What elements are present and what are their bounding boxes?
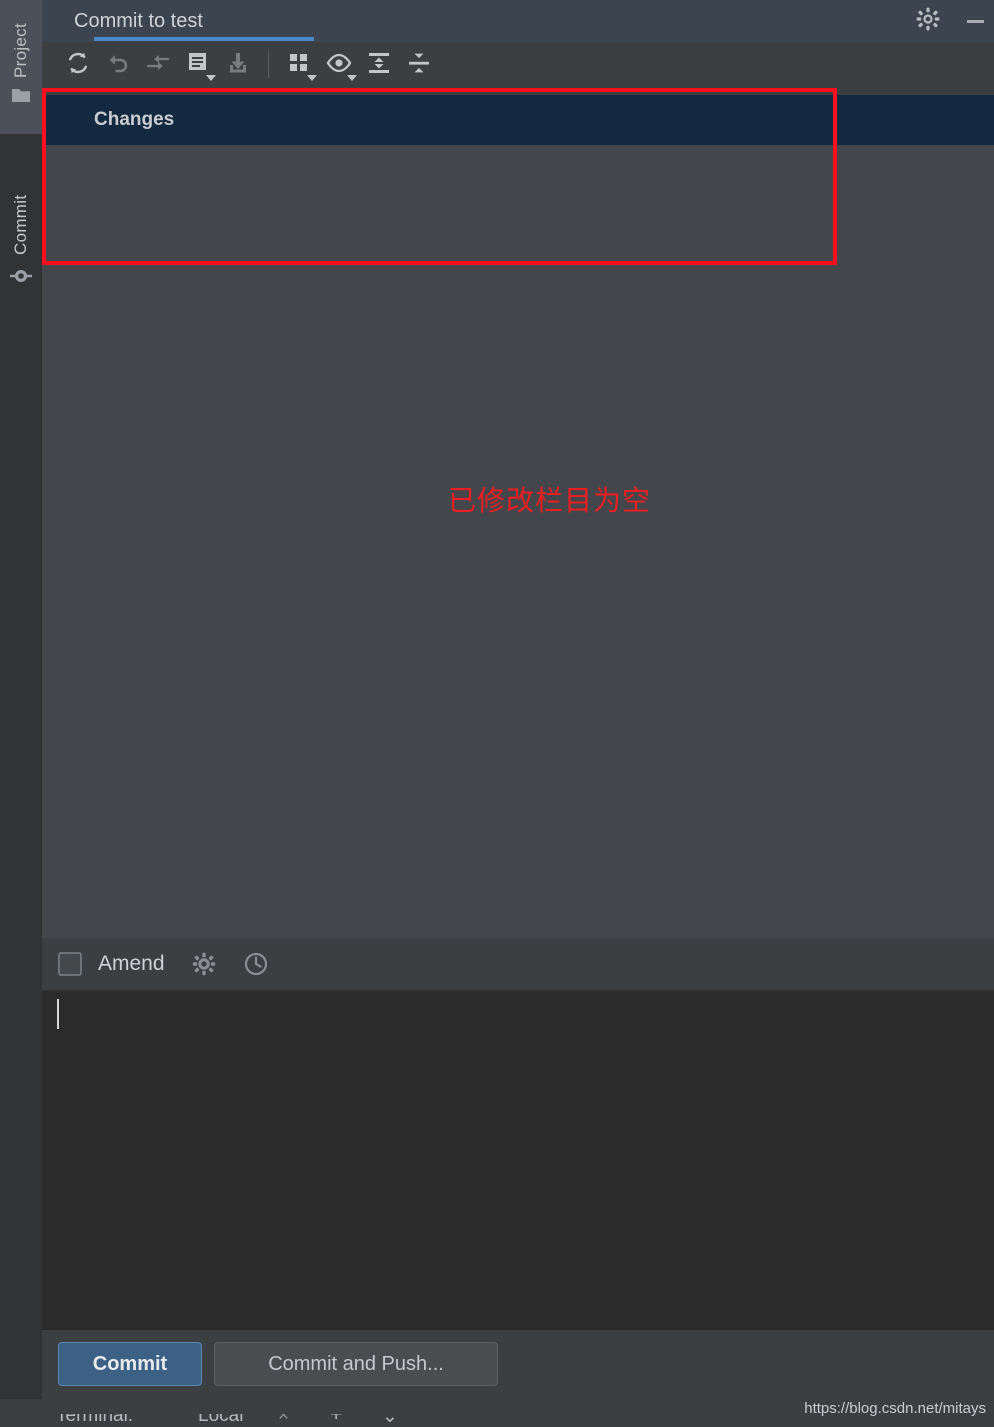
shelve-arrow-icon bbox=[145, 50, 171, 81]
sidebar-item-commit[interactable]: Commit bbox=[0, 145, 42, 287]
chevron-down-icon bbox=[307, 75, 317, 81]
chevron-down-icon bbox=[347, 75, 357, 81]
refresh-changes-button[interactable] bbox=[58, 45, 98, 85]
refresh-icon bbox=[65, 50, 91, 81]
sidebar-item-project-label: Project bbox=[11, 22, 30, 78]
left-tool-strip: Project Commit bbox=[0, 0, 42, 1427]
download-icon bbox=[225, 50, 251, 81]
sidebar-item-project[interactable]: Project bbox=[0, 6, 42, 106]
tab-commit-to-test-label: Commit to test bbox=[74, 9, 203, 32]
changes-list[interactable]: 已修改栏目为空 bbox=[42, 145, 994, 938]
commit-button-label: Commit bbox=[92, 1352, 168, 1375]
commit-message-input[interactable] bbox=[42, 990, 994, 1330]
annotation-label: 已修改栏目为空 bbox=[448, 485, 652, 516]
settings-button[interactable] bbox=[906, 0, 950, 42]
commit-button[interactable]: Commit bbox=[58, 1342, 202, 1386]
toolbar-separator bbox=[268, 52, 269, 78]
left-strip-bottom-region bbox=[0, 134, 42, 1427]
group-by-button[interactable] bbox=[279, 45, 319, 85]
tab-commit-to-test[interactable]: Commit to test bbox=[52, 0, 225, 42]
commit-and-push-button[interactable]: Commit and Push... bbox=[214, 1342, 498, 1386]
expand-all-icon bbox=[366, 50, 392, 81]
amend-row: Amend bbox=[42, 938, 994, 990]
changes-panel-header[interactable]: Changes bbox=[42, 95, 994, 145]
expand-all-button[interactable] bbox=[359, 45, 399, 85]
commit-tool-window: Project Commit Commit to test Changes 已修… bbox=[0, 0, 994, 1427]
commit-options-gear-icon[interactable] bbox=[191, 951, 217, 977]
commit-actions-row: Commit Commit and Push... bbox=[42, 1330, 994, 1398]
changes-toolbar bbox=[42, 42, 994, 88]
shelve-changes-button[interactable] bbox=[138, 45, 178, 85]
chevron-down-icon bbox=[206, 75, 216, 81]
collapse-all-button[interactable] bbox=[399, 45, 439, 85]
amend-label: Amend bbox=[98, 952, 165, 975]
show-diff-button[interactable] bbox=[178, 45, 218, 85]
minimize-icon bbox=[966, 19, 984, 23]
update-project-button[interactable] bbox=[218, 45, 258, 85]
sidebar-item-commit-label: Commit bbox=[11, 194, 30, 255]
amend-checkbox[interactable] bbox=[58, 952, 82, 976]
tabbar-actions bbox=[906, 0, 994, 42]
clock-history-icon[interactable] bbox=[243, 951, 269, 977]
rollback-button[interactable] bbox=[98, 45, 138, 85]
undo-icon bbox=[105, 50, 131, 81]
tool-window-tabbar: Commit to test bbox=[42, 0, 994, 42]
preview-diff-button[interactable] bbox=[319, 45, 359, 85]
commit-node-icon bbox=[10, 265, 32, 287]
gear-icon bbox=[915, 6, 941, 37]
changes-panel-title: Changes bbox=[94, 109, 175, 130]
folder-icon bbox=[10, 84, 32, 106]
collapse-all-icon bbox=[406, 50, 432, 81]
minimize-button[interactable] bbox=[950, 0, 994, 42]
watermark-text: https://blog.csdn.net/mitays bbox=[804, 1400, 986, 1417]
commit-and-push-button-label: Commit and Push... bbox=[268, 1352, 444, 1375]
text-caret bbox=[57, 999, 59, 1029]
tab-active-underline bbox=[94, 37, 314, 41]
